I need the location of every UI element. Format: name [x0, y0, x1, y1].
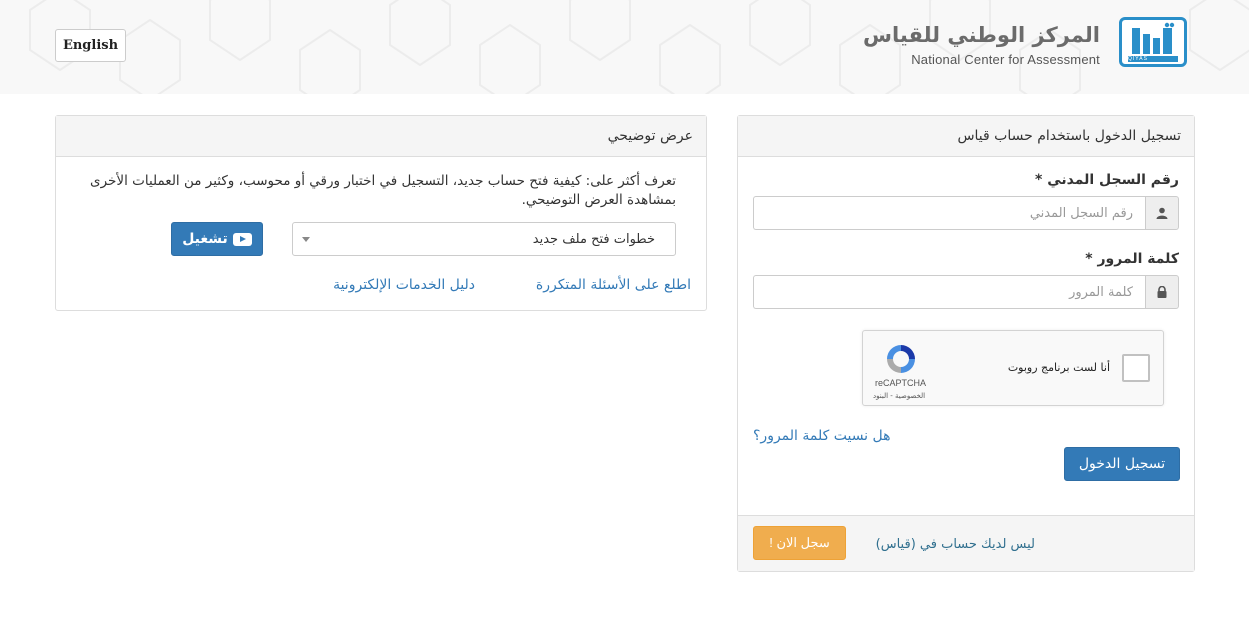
recaptcha-widget: أنا لست برنامج روبوت reCAPTCHA الخصوصية … [862, 330, 1164, 406]
demo-select[interactable]: خطوات فتح ملف جديد [292, 222, 676, 256]
demo-select-value: خطوات فتح ملف جديد [532, 231, 655, 247]
login-heading-text: تسجيل الدخول باستخدام حساب قياس [957, 128, 1181, 144]
play-button-label: تشغيل [182, 231, 228, 247]
recaptcha-label: أنا لست برنامج روبوت [1007, 361, 1110, 374]
login-panel-heading: تسجيل الدخول باستخدام حساب قياس [738, 116, 1194, 157]
civil-id-label: رقم السجل المدني * [1035, 172, 1179, 188]
forgot-password-link[interactable]: هل نسيت كلمة المرور؟ [753, 428, 891, 444]
password-input[interactable] [753, 275, 1145, 309]
eservices-guide-link[interactable]: دليل الخدمات الإلكترونية [333, 277, 475, 293]
demo-heading-text: عرض توضيحي [607, 128, 693, 144]
recaptcha-checkbox[interactable] [1122, 354, 1150, 382]
logo-title-arabic: المركز الوطني للقياس [863, 23, 1100, 47]
demo-description: تعرف أكثر على: كيفية فتح حساب جديد، التس… [90, 173, 676, 208]
recaptcha-terms-link[interactable]: الخصوصية - البنود [873, 392, 925, 400]
recaptcha-brand: reCAPTCHA [875, 378, 927, 388]
password-label: كلمة المرور * [1085, 251, 1179, 267]
login-panel: تسجيل الدخول باستخدام حساب قياس رقم السج… [737, 115, 1195, 572]
demo-panel: عرض توضيحي تعرف أكثر على: كيفية فتح حساب… [55, 115, 707, 311]
faq-link[interactable]: اطلع على الأسئلة المتكررة [536, 277, 691, 293]
login-button[interactable]: تسجيل الدخول [1064, 447, 1180, 481]
page-header: English المركز الوطني للقياس National Ce… [0, 0, 1249, 94]
logo-title-english: National Center for Assessment [911, 52, 1100, 67]
youtube-play-icon [232, 232, 252, 246]
password-input-group [753, 275, 1179, 309]
play-button[interactable]: تشغيل [171, 222, 263, 256]
recaptcha-logo-icon [887, 345, 915, 373]
logo-caption: QIYAS [1128, 56, 1148, 62]
civil-id-input[interactable] [753, 196, 1145, 230]
register-now-button[interactable]: سجل الان ! [753, 526, 846, 560]
header-pattern [29, 0, 1249, 94]
language-toggle-button[interactable]: English [55, 29, 126, 62]
civil-id-input-group [753, 196, 1179, 230]
no-account-text: ليس لديك حساب في (قياس) [875, 537, 1035, 552]
qiyas-logo: QIYAS [1119, 17, 1187, 67]
user-icon [1145, 196, 1179, 230]
demo-panel-heading: عرض توضيحي [56, 116, 706, 157]
lock-icon [1145, 275, 1179, 309]
login-panel-footer: ليس لديك حساب في (قياس) سجل الان ! [738, 515, 1194, 571]
caret-down-icon [302, 237, 310, 242]
